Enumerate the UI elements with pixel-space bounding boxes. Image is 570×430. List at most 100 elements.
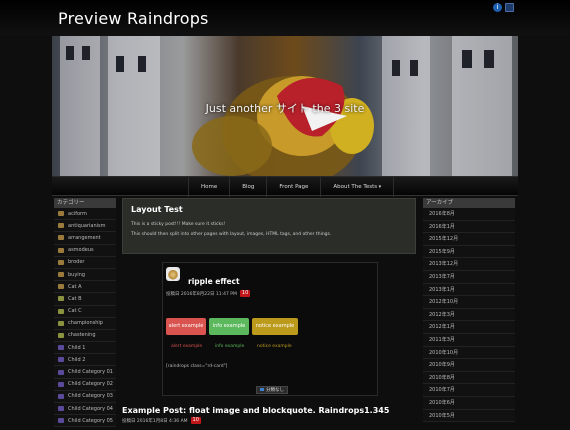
header-image: Just another サイト the 3 site: [52, 36, 518, 176]
category-item[interactable]: Child 1: [54, 342, 116, 355]
archive-item[interactable]: 2013年7月: [423, 270, 515, 284]
category-label: Child Category 05: [68, 417, 113, 424]
folder-icon: [58, 332, 64, 338]
nav-about-the-tests[interactable]: About The Tests: [321, 177, 395, 197]
archive-item[interactable]: 2012年1月: [423, 321, 515, 334]
category-item[interactable]: buying: [54, 268, 116, 282]
folder-icon: [58, 235, 64, 241]
info-example-button[interactable]: info example: [209, 318, 249, 335]
archive-item[interactable]: 2010年8月: [423, 371, 515, 385]
post2-comment-badge[interactable]: 10: [190, 417, 201, 424]
category-label: Child Category 01: [68, 369, 113, 376]
sticky-post: Layout Test This is a sticky post!!! Mak…: [122, 198, 416, 254]
category-item[interactable]: Cat B: [54, 293, 116, 306]
archive-item[interactable]: 2016年1月: [423, 220, 515, 234]
nav-home[interactable]: Home: [188, 177, 231, 197]
category-item[interactable]: Cat C: [54, 305, 116, 318]
archive-item[interactable]: 2010年10月: [423, 346, 515, 360]
category-label: aciform: [68, 210, 87, 217]
archives-widget-title: アーカイブ: [423, 198, 515, 208]
category-item[interactable]: Child Category 02: [54, 378, 116, 391]
sticky-post-line1: This is a sticky post!!! Make sure it st…: [131, 222, 226, 227]
folder-icon: [58, 247, 64, 253]
categories-widget-title: カテゴリー: [54, 198, 116, 208]
site-tagline: Just another サイト the 3 site: [205, 102, 365, 115]
archive-item[interactable]: 2013年12月: [423, 258, 515, 271]
category-label: asmodeus: [68, 247, 94, 254]
category-item[interactable]: Cat A: [54, 281, 116, 294]
sticky-post-title[interactable]: Layout Test: [131, 205, 407, 214]
folder-icon: [260, 388, 264, 391]
category-label: Cat A: [68, 283, 82, 290]
category-item[interactable]: Child 2: [54, 354, 116, 367]
category-label: Child 2: [68, 356, 86, 363]
post2-date[interactable]: 投稿日 2016年1月8日 4:36 AM: [122, 418, 188, 424]
folder-icon: [58, 211, 64, 217]
folder-icon: [58, 357, 64, 363]
category-label: championship: [68, 320, 103, 327]
archive-item[interactable]: 2010年6月: [423, 396, 515, 410]
category-item[interactable]: Child Category 03: [54, 390, 116, 403]
folder-icon: [58, 259, 64, 265]
archive-item[interactable]: 2015年9月: [423, 245, 515, 259]
site-title[interactable]: Preview Raindrops: [58, 9, 209, 28]
category-item[interactable]: arrangement: [54, 232, 116, 245]
alert-example-button[interactable]: alert example: [166, 318, 206, 335]
folder-icon: [58, 406, 64, 412]
post-title[interactable]: ripple effect: [188, 277, 240, 286]
category-item[interactable]: antiquarianism: [54, 220, 116, 233]
archive-list: 2016年8月 2016年1月 2015年12月 2015年9月 2013年12月 201…: [423, 208, 515, 423]
post-meta: 投稿日 2016年8月22日 11:47 PM 10: [166, 290, 251, 297]
nav-front-page[interactable]: Front Page: [267, 177, 322, 197]
category-item[interactable]: broder: [54, 256, 116, 269]
category-label: chastening: [68, 332, 96, 339]
archive-item[interactable]: 2012年10月: [423, 296, 515, 309]
folder-icon: [58, 296, 64, 302]
category-label: Cat B: [68, 295, 82, 302]
category-item[interactable]: chastening: [54, 329, 116, 343]
post-thumbnail-icon: [166, 267, 180, 281]
archive-item[interactable]: 2011年3月: [423, 333, 515, 347]
category-label: broder: [68, 259, 85, 266]
category-tag-button[interactable]: 分類なし: [256, 386, 288, 394]
folder-icon: [58, 381, 64, 387]
main-content: Layout Test This is a sticky post!!! Mak…: [122, 198, 416, 396]
category-item[interactable]: Child Category 05: [54, 415, 116, 428]
category-label: buying: [68, 271, 86, 278]
sticky-post-line2: This should then split into other pages …: [131, 232, 332, 237]
post2-title[interactable]: Example Post: float image and blockquote…: [122, 406, 389, 415]
category-tag-label: 分類なし: [266, 388, 284, 393]
left-sidebar: カテゴリー aciform antiquarianism arrangement as…: [54, 198, 116, 428]
category-label: Child Category 04: [68, 405, 113, 412]
category-label: arrangement: [68, 234, 101, 241]
archive-item[interactable]: 2010年7月: [423, 384, 515, 397]
archive-item[interactable]: 2013年1月: [423, 283, 515, 297]
category-item[interactable]: aciform: [54, 208, 116, 221]
notice-example-button[interactable]: notice example: [252, 318, 298, 335]
category-item[interactable]: Child Category 04: [54, 403, 116, 416]
folder-icon: [58, 284, 64, 290]
archive-item[interactable]: 2015年12月: [423, 233, 515, 246]
post2-meta: 投稿日 2016年1月8日 4:36 AM 10: [122, 417, 201, 424]
archive-item[interactable]: 2012年3月: [423, 308, 515, 322]
nav-blog[interactable]: Blog: [230, 177, 268, 197]
archive-item[interactable]: 2016年8月: [423, 208, 515, 221]
archive-item[interactable]: 2010年5月: [423, 409, 515, 423]
archive-item[interactable]: 2010年9月: [423, 359, 515, 372]
category-label: antiquarianism: [68, 222, 106, 229]
site-header: Preview Raindrops i: [0, 0, 570, 36]
category-label: Child Category 02: [68, 381, 113, 388]
right-sidebar: アーカイブ 2016年8月 2016年1月 2015年12月 2015年9月 2013年…: [423, 198, 515, 423]
comment-count-badge[interactable]: 10: [239, 290, 251, 297]
category-item[interactable]: championship: [54, 317, 116, 330]
info-example-text: info example: [215, 344, 245, 349]
category-item[interactable]: Child Category 01: [54, 366, 116, 379]
category-item[interactable]: asmodeus: [54, 244, 116, 257]
info-icon[interactable]: i: [493, 3, 502, 12]
alert-example-text: alert example: [171, 344, 203, 349]
folder-icon: [58, 308, 64, 314]
rss-icon[interactable]: [505, 3, 514, 12]
folder-icon: [58, 345, 64, 351]
category-label: Cat C: [68, 308, 82, 315]
post-date[interactable]: 投稿日 2016年8月22日 11:47 PM: [166, 291, 237, 297]
